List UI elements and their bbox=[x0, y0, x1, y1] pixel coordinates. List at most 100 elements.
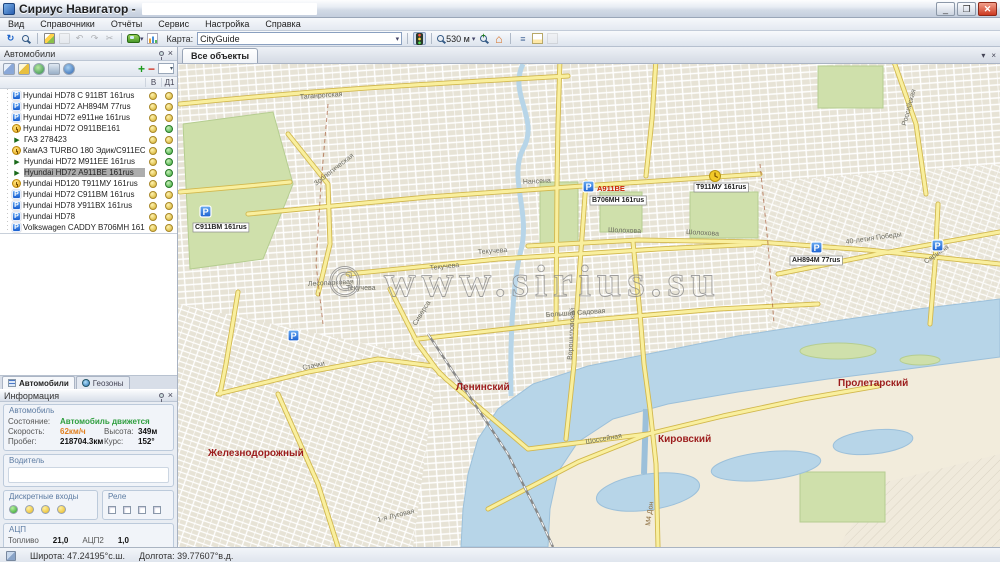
globe-button[interactable] bbox=[63, 63, 75, 75]
vehicle-name: Hyundai HD72 М911ЕЕ 161rus bbox=[24, 157, 145, 166]
zoom-in-button[interactable] bbox=[477, 32, 490, 45]
vehicle-row[interactable]: ▶ Hyundai HD72 А911ВЕ 161rus bbox=[0, 167, 177, 178]
vehicle-row[interactable]: P Volkswagen CADDY В706МН 161rus bbox=[0, 222, 177, 233]
tab-vehicles[interactable]: Автомобили bbox=[2, 376, 75, 389]
status-d1 bbox=[165, 147, 173, 155]
traffic-button[interactable] bbox=[413, 32, 426, 45]
menu-directories[interactable]: Справочники bbox=[40, 19, 95, 29]
vehicle-plate-label[interactable]: Т911МУ 161rus bbox=[694, 183, 748, 192]
pin-icon[interactable] bbox=[159, 393, 164, 398]
vehicle-plate-label[interactable]: С911ВМ 161rus bbox=[193, 223, 249, 232]
parked-marker[interactable]: P bbox=[288, 330, 299, 341]
search-button[interactable] bbox=[19, 32, 32, 45]
selected-vehicle-label[interactable]: А911ВЕ bbox=[597, 184, 625, 193]
column-d1: Д1 bbox=[161, 78, 177, 87]
menu-service[interactable]: Сервис bbox=[158, 19, 189, 29]
vehicle-name: Hyundai HD78 У911ВХ 161rus bbox=[23, 201, 145, 210]
relay-checkbox[interactable] bbox=[153, 506, 161, 514]
minimize-button[interactable]: _ bbox=[936, 2, 955, 16]
view-mode-select[interactable]: ▾ bbox=[158, 63, 174, 74]
menu-help[interactable]: Справка bbox=[265, 19, 300, 29]
menu-settings[interactable]: Настройка bbox=[205, 19, 249, 29]
status-b bbox=[149, 191, 157, 199]
vehicle-row[interactable]: P Hyundai HD72 е911не 161rus bbox=[0, 112, 177, 123]
remove-vehicle-button[interactable]: − bbox=[148, 63, 155, 75]
refresh-button[interactable]: ↻ bbox=[4, 32, 17, 45]
parked-marker[interactable]: P bbox=[200, 206, 211, 217]
camera-button[interactable] bbox=[48, 63, 60, 75]
vehicle-plate-label[interactable]: АН894М 77rus bbox=[790, 256, 842, 265]
close-button[interactable]: ✕ bbox=[978, 2, 997, 16]
menu-reports[interactable]: Отчёты bbox=[111, 19, 142, 29]
status-d1 bbox=[165, 180, 173, 188]
edit-object-button[interactable] bbox=[43, 32, 56, 45]
close-icon[interactable]: × bbox=[168, 49, 173, 58]
parked-marker[interactable]: P bbox=[811, 242, 822, 253]
legend-button[interactable]: ≡ bbox=[516, 32, 529, 45]
menu-view[interactable]: Вид bbox=[8, 19, 24, 29]
tab-geozones[interactable]: Геозоны bbox=[76, 376, 130, 389]
vehicle-menu-button[interactable]: ▾ bbox=[127, 32, 144, 45]
relay-checkbox[interactable] bbox=[123, 506, 131, 514]
vehicle-row[interactable]: ▶ ГАЗ 278423 bbox=[0, 134, 177, 145]
map-area[interactable]: Все объекты ▾ × bbox=[178, 47, 1000, 547]
chevron-down-icon[interactable]: ▾ bbox=[981, 51, 985, 60]
status-b bbox=[149, 103, 157, 111]
vehicle-state-icon: P bbox=[12, 91, 21, 100]
vehicle-row[interactable]: ▶ Hyundai HD72 М911ЕЕ 161rus bbox=[0, 156, 177, 167]
vehicle-list-toolbar: + − ▾ bbox=[0, 61, 177, 77]
parked-marker[interactable]: P bbox=[932, 240, 943, 251]
idle-marker[interactable] bbox=[710, 171, 721, 182]
status-b bbox=[149, 158, 157, 166]
map-tab-all-objects[interactable]: Все объекты bbox=[182, 48, 258, 63]
fuel-value: 21,0 bbox=[53, 536, 69, 545]
vehicle-row[interactable]: P Hyundai HD78 С 911ВТ 161rus bbox=[0, 90, 177, 101]
vehicle-row[interactable]: P Hyundai HD72 АН894М 77rus bbox=[0, 101, 177, 112]
input-leds bbox=[8, 503, 93, 516]
driver-field bbox=[8, 467, 169, 483]
map-select-label: Карта: bbox=[167, 34, 194, 44]
menu-bar: Вид Справочники Отчёты Сервис Настройка … bbox=[0, 18, 1000, 31]
chart-button[interactable] bbox=[146, 32, 159, 45]
vehicle-row[interactable]: P Hyundai HD72 С911ВМ 161rus bbox=[0, 189, 177, 200]
show-on-map-button[interactable] bbox=[33, 63, 45, 75]
map-select[interactable]: CityGuide ▾ bbox=[197, 32, 402, 45]
restore-button[interactable]: ❐ bbox=[957, 2, 976, 16]
zoom-icon bbox=[437, 35, 444, 42]
vehicle-state-icon: ▶ bbox=[12, 157, 22, 167]
vehicle-row[interactable]: P Hyundai HD78 bbox=[0, 211, 177, 222]
vehicle-row[interactable]: P Hyundai HD78 У911ВХ 161rus bbox=[0, 200, 177, 211]
home-button[interactable]: ⌂ bbox=[492, 32, 505, 45]
city-map[interactable]: ТаганрогскаяЗоологическаяНансенаТекучева… bbox=[178, 64, 1000, 547]
zoom-in-icon bbox=[480, 35, 487, 42]
vehicle-state-icon bbox=[12, 146, 21, 155]
pin-icon[interactable] bbox=[159, 51, 164, 56]
follow-button[interactable] bbox=[18, 63, 30, 75]
vehicle-row[interactable]: Hyundai HD120 Т911МУ 161rus bbox=[0, 178, 177, 189]
parked-marker[interactable]: P bbox=[583, 181, 594, 192]
main-toolbar: ↻ ↶ ↷ ✂ ▾ Карта: CityGuide ▾ 530 м ▾ ⌂ ≡ bbox=[0, 31, 1000, 47]
relay-checkbox[interactable] bbox=[138, 506, 146, 514]
notes-button[interactable] bbox=[531, 32, 544, 45]
relay-checkbox[interactable] bbox=[108, 506, 116, 514]
close-icon[interactable]: × bbox=[991, 51, 996, 60]
close-icon[interactable]: × bbox=[168, 391, 173, 400]
zoom-level-select[interactable]: 530 м ▾ bbox=[437, 32, 475, 45]
window-title: Сириус Навигатор - bbox=[19, 2, 136, 16]
vehicle-plate-label[interactable]: В706МН 161rus bbox=[590, 196, 646, 205]
vehicle-list-column-header: В Д1 bbox=[0, 77, 177, 89]
odometer-label: Пробег: bbox=[8, 437, 60, 446]
vehicle-row[interactable]: КамАЗ TURBO 180 Эдик/С911ЕС 61rus bbox=[0, 145, 177, 156]
vehicle-row[interactable]: Hyundai HD72 О911ВЕ161 bbox=[0, 123, 177, 134]
status-d1 bbox=[165, 158, 173, 166]
status-d1 bbox=[165, 224, 173, 232]
status-d1 bbox=[165, 191, 173, 199]
add-vehicle-button[interactable]: + bbox=[138, 63, 145, 75]
longitude-value: Долгота: 39.77607°в.д. bbox=[139, 551, 233, 561]
group-caption: Автомобиль bbox=[9, 406, 169, 415]
svg-text:Железнодорожный: Железнодорожный bbox=[207, 448, 304, 459]
grouping-button[interactable] bbox=[3, 63, 15, 75]
state-value: Автомобиль движется bbox=[60, 417, 150, 426]
svg-text:Кировский: Кировский bbox=[658, 434, 711, 445]
status-b bbox=[149, 213, 157, 221]
